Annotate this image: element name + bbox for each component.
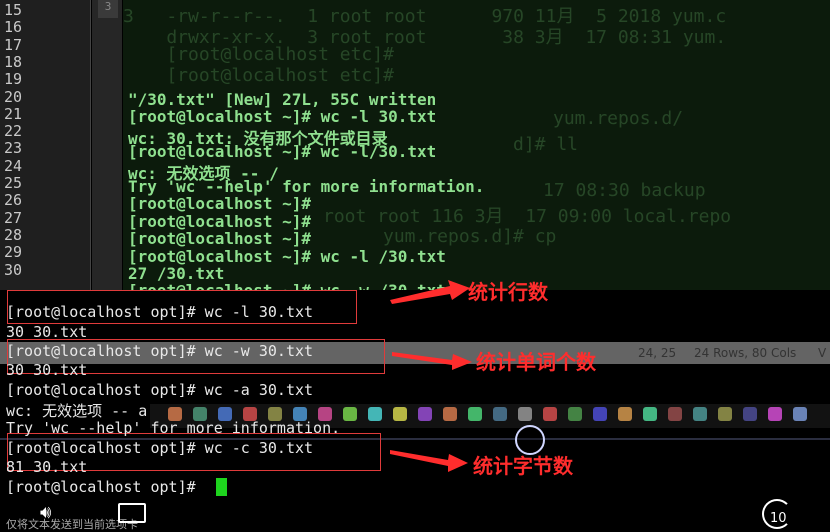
editor-line: 27 /30.txt: [128, 264, 225, 283]
terminal-cursor: [216, 478, 227, 496]
terminal-line: Try 'wc --help' for more information.: [6, 419, 341, 437]
rewind-seconds: 10: [770, 511, 787, 526]
line-number: 17: [4, 35, 23, 54]
editor-line: Try 'wc --help' for more information.: [128, 177, 485, 196]
line-number: 22: [4, 122, 23, 141]
ghost-text: root root 116 3月 17 09:00 local.repo: [323, 206, 732, 227]
subtitles-icon[interactable]: [118, 503, 146, 523]
editor-line: [root@localhost ~]#: [128, 211, 312, 231]
tab-badge[interactable]: 3: [98, 0, 118, 18]
line-number: 25: [4, 174, 23, 192]
line-number: 29: [4, 243, 23, 262]
line-number: 28: [4, 225, 23, 244]
terminal-line: [root@localhost opt]# wc -a 30.txt: [6, 381, 314, 399]
editor-line: [root@localhost ~]# wc -l /30.txt: [128, 246, 446, 266]
terminal-line: [root@localhost opt]# wc -w 30.txt: [6, 342, 314, 360]
ghost-text: [root@localhost etc]#: [123, 44, 394, 65]
line-number: 26: [4, 191, 23, 210]
ghost-text: d]# ll: [513, 134, 579, 155]
ghost-text: yum.repos.d/: [553, 108, 684, 129]
ghost-text: yum.repos.d]# cp: [383, 226, 557, 247]
line-number: 15: [4, 1, 23, 19]
terminal-line: [root@localhost opt]#: [6, 478, 205, 496]
ghost-text: [root@localhost etc]#: [123, 65, 394, 86]
ghost-text: 17 08:30 backup: [543, 180, 706, 201]
line-number: 20: [4, 87, 23, 106]
volume-icon[interactable]: 🔊︎: [40, 502, 51, 523]
label-count-words: 统计单词个数: [476, 350, 596, 374]
line-number: 23: [4, 139, 23, 158]
line-number-gutter: 15 16 17 18 19 20 21 22 23 24 25 26 27 28 29 30: [0, 0, 91, 290]
terminal-line: [root@localhost opt]# wc -l 30.txt: [6, 303, 314, 321]
editor-line: [root@localhost ~]# wc -l 30.txt: [128, 107, 437, 127]
line-number: 18: [4, 52, 23, 71]
line-number: 16: [4, 18, 23, 37]
line-number: 19: [4, 70, 23, 89]
arrow-words-icon: [392, 352, 472, 370]
tab-gutter: 3: [92, 0, 122, 290]
terminal-line: 81 30.txt: [6, 458, 88, 476]
editor-line: [root@localhost ~]#: [128, 229, 312, 249]
terminal-line: [root@localhost opt]# wc -c 30.txt: [6, 439, 314, 457]
label-count-bytes: 统计字节数: [473, 454, 573, 478]
editor-line: [root@localhost ~]#: [128, 194, 312, 214]
terminal-line: 30 30.txt: [6, 323, 88, 341]
background-editor: 3 -rw-r--r--. 1 root root 970 11月 5 2018…: [123, 0, 830, 290]
arrow-bytes-icon: [390, 450, 468, 472]
editor-line: "/30.txt" [New] 27L, 55C written: [128, 90, 437, 109]
terminal-line: wc: 无效选项 -- a: [6, 402, 148, 420]
line-number: 27: [4, 208, 23, 227]
label-count-lines: 统计行数: [468, 280, 548, 304]
arrow-lines-icon: [390, 280, 470, 304]
line-number: 24: [4, 156, 23, 175]
editor-line: [root@localhost ~]# wc -l/30.txt: [128, 142, 437, 162]
terminal-line: 30 30.txt: [6, 361, 88, 379]
line-number: 21: [4, 104, 23, 123]
line-number: 30: [4, 260, 23, 279]
